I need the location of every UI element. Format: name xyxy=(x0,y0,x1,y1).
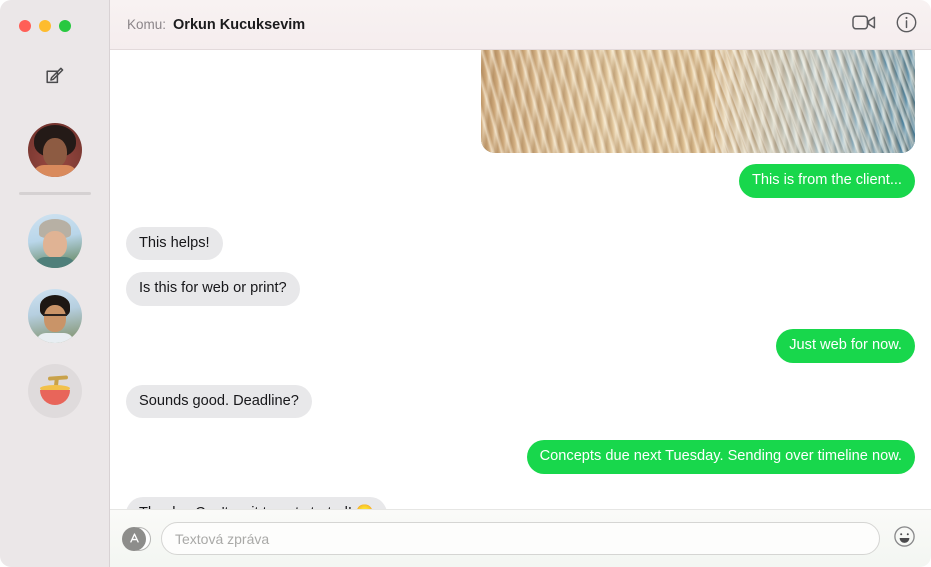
avatar-ramen-bowl xyxy=(28,363,82,418)
smiley-face-icon xyxy=(893,525,916,553)
conversation-pane: Komu: Orkun Kucuksevim This is from the … xyxy=(110,0,931,567)
message-input[interactable] xyxy=(161,522,880,555)
message-row: Sounds good. Deadline? xyxy=(119,384,915,419)
compose-new-message-button[interactable] xyxy=(42,64,68,90)
message-row: This is from the client... xyxy=(126,164,923,198)
avatar-person-glasses xyxy=(28,288,82,343)
details-button[interactable] xyxy=(896,12,917,38)
facetime-button[interactable] xyxy=(852,14,876,36)
sidebar xyxy=(0,0,110,567)
to-label: Komu: xyxy=(127,17,167,32)
close-window-button[interactable] xyxy=(19,20,31,32)
message-row xyxy=(126,50,915,153)
message-row: Is this for web or print? xyxy=(119,272,915,307)
messages-window: Komu: Orkun Kucuksevim This is from the … xyxy=(0,0,931,567)
message-row: Just web for now. xyxy=(126,329,922,363)
message-composer xyxy=(110,509,931,567)
message-bubble[interactable]: This is from the client... xyxy=(738,164,923,198)
conversation-item-3[interactable] xyxy=(28,353,82,428)
message-bubble[interactable]: Concepts due next Tuesday. Sending over … xyxy=(526,440,923,475)
conversation-item-1[interactable] xyxy=(28,203,82,278)
app-store-button[interactable] xyxy=(122,525,151,553)
message-row: Concepts due next Tuesday. Sending over … xyxy=(126,440,923,475)
video-camera-icon xyxy=(852,14,876,36)
app-store-icon xyxy=(122,526,146,551)
info-circle-icon xyxy=(896,12,917,38)
compose-icon xyxy=(44,64,66,91)
conversation-header: Komu: Orkun Kucuksevim xyxy=(110,0,931,50)
message-bubble[interactable]: Just web for now. xyxy=(776,329,922,363)
emoji-picker-button[interactable] xyxy=(891,525,917,553)
message-row: Thanks. Can't wait to get started! 😄 xyxy=(126,497,915,509)
conversation-list xyxy=(0,112,110,428)
message-bubble[interactable]: This helps! xyxy=(119,226,223,261)
avatar-person-afro xyxy=(28,122,82,177)
message-bubble[interactable]: Sounds good. Deadline? xyxy=(119,384,312,419)
message-bubble[interactable]: Is this for web or print? xyxy=(119,272,300,307)
message-list[interactable]: This is from the client... This helps! I… xyxy=(110,50,931,509)
header-actions xyxy=(852,12,917,38)
sidebar-divider xyxy=(19,192,91,195)
recipient-name: Orkun Kucuksevim xyxy=(173,16,306,33)
minimize-window-button[interactable] xyxy=(39,20,51,32)
zoom-window-button[interactable] xyxy=(59,20,71,32)
image-attachment[interactable] xyxy=(481,50,915,153)
window-controls xyxy=(19,20,71,32)
avatar-person-beanie xyxy=(28,213,82,268)
conversation-item-0[interactable] xyxy=(28,112,82,187)
message-bubble[interactable]: Thanks. Can't wait to get started! 😄 xyxy=(126,497,388,509)
message-row: This helps! xyxy=(119,226,915,261)
conversation-item-2[interactable] xyxy=(28,278,82,353)
